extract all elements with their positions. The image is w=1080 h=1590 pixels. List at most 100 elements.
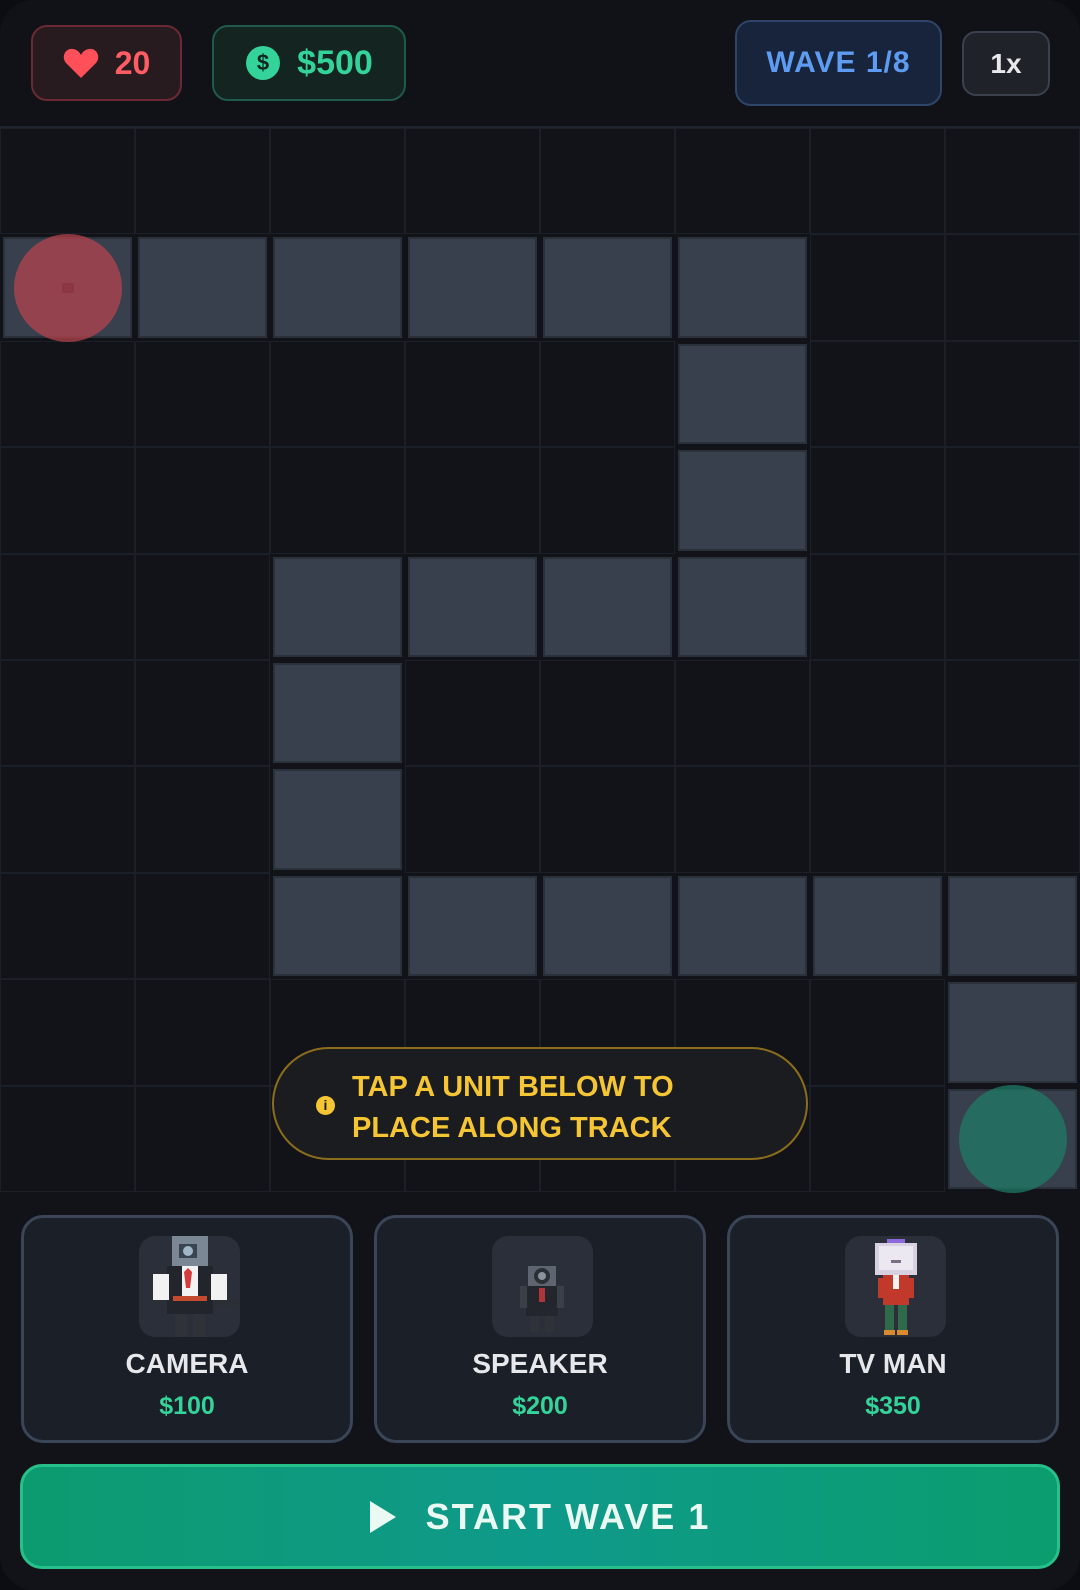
unit-name: CAMERA [125,1348,249,1379]
wave-indicator: WAVE 1/8 [735,20,942,106]
game-screen: 20 $ $500 WAVE 1/8 1x i TAP A UNIT BELOW… [0,0,1080,1590]
grid-tile[interactable] [270,128,405,235]
grid-tile[interactable] [405,128,540,235]
grid-tile[interactable] [810,1085,945,1192]
base-goal-marker [958,1084,1067,1193]
grid-tile[interactable] [270,447,405,554]
track-tile[interactable] [678,343,807,445]
grid-tile[interactable] [945,128,1080,235]
unit-name: TV MAN [839,1348,947,1379]
track-tile[interactable] [948,982,1077,1083]
grid-tile[interactable] [810,447,945,554]
grid-tile[interactable] [135,340,270,448]
track-tile[interactable] [678,450,807,551]
grid-tile[interactable] [135,1085,270,1192]
track-tile[interactable] [948,875,1077,977]
track-tile[interactable] [273,556,402,657]
money-value: $500 [297,43,373,82]
grid-tile[interactable] [810,660,945,767]
play-icon [369,1500,396,1533]
grid-tile[interactable] [540,447,675,554]
unit-price: $350 [865,1392,921,1420]
grid-tile[interactable] [810,234,945,341]
grid-tile[interactable] [675,660,810,767]
grid-tile[interactable] [0,1085,135,1192]
grid-tile[interactable] [945,766,1080,873]
track-tile[interactable] [408,875,537,977]
track-tile[interactable] [678,556,807,657]
track-tile[interactable] [813,875,942,977]
grid-tile[interactable] [945,340,1080,448]
track-tile[interactable] [273,237,402,338]
grid-tile[interactable] [405,766,540,873]
start-wave-button[interactable]: START WAVE 1 [20,1464,1060,1569]
grid-tile[interactable] [540,340,675,448]
placement-hint: i TAP A UNIT BELOW TO PLACE ALONG TRACK [272,1047,808,1160]
dollar-coin-icon: $ [246,46,281,80]
grid-tile[interactable] [945,447,1080,554]
start-wave-label: START WAVE 1 [425,1495,711,1537]
unit-card-camera[interactable]: CAMERA $100 [21,1215,353,1443]
track-tile[interactable] [408,237,537,338]
grid-tile[interactable] [540,128,675,235]
money-counter: $ $500 [212,25,406,101]
grid-tile[interactable] [405,660,540,767]
grid-tile[interactable] [135,447,270,554]
grid-tile[interactable] [0,872,135,980]
grid-tile[interactable] [675,766,810,873]
grid-tile[interactable] [135,128,270,235]
grid-tile[interactable] [135,660,270,767]
lives-value: 20 [114,44,151,81]
track-tile[interactable] [273,875,402,977]
unit-name: SPEAKER [472,1348,608,1379]
lives-counter: 20 [31,25,182,101]
info-icon: i [316,1096,335,1115]
hint-text: TAP A UNIT BELOW TO PLACE ALONG TRACK [352,1067,674,1149]
track-tile[interactable] [543,556,672,657]
spawn-center-icon [61,282,74,293]
track-tile[interactable] [138,237,267,338]
grid-tile[interactable] [945,660,1080,767]
speed-toggle-button[interactable]: 1x [962,31,1050,96]
grid-tile[interactable] [810,128,945,235]
track-tile[interactable] [543,237,672,338]
grid-tile[interactable] [675,128,810,235]
grid-tile[interactable] [945,553,1080,660]
grid-tile[interactable] [540,766,675,873]
grid-tile[interactable] [810,553,945,660]
track-tile[interactable] [408,556,537,657]
grid-tile[interactable] [135,766,270,873]
track-tile[interactable] [273,663,402,764]
grid-tile[interactable] [945,234,1080,341]
grid-tile[interactable] [405,340,540,448]
track-tile[interactable] [543,875,672,977]
hint-line-2: PLACE ALONG TRACK [352,1112,672,1144]
unit-card-tv-man[interactable]: TV MAN $350 [727,1215,1059,1443]
grid-tile[interactable] [135,553,270,660]
camera-unit-icon [139,1236,240,1337]
unit-card-speaker[interactable]: SPEAKER $200 [374,1215,706,1443]
hint-line-1: TAP A UNIT BELOW TO [352,1071,674,1103]
grid-tile[interactable] [810,979,945,1086]
grid-tile[interactable] [0,766,135,873]
grid-tile[interactable] [0,553,135,660]
grid-tile[interactable] [0,128,135,235]
grid-tile[interactable] [270,340,405,448]
grid-tile[interactable] [0,979,135,1086]
track-tile[interactable] [678,237,807,338]
grid-tile[interactable] [405,447,540,554]
grid-tile[interactable] [540,660,675,767]
unit-price: $200 [512,1392,568,1420]
grid-tile[interactable] [0,447,135,554]
heart-icon [63,48,98,78]
grid-tile[interactable] [0,340,135,448]
grid-tile[interactable] [810,766,945,873]
track-tile[interactable] [678,875,807,977]
svg-text:$: $ [257,50,269,75]
game-board[interactable] [0,128,1080,1193]
grid-tile[interactable] [0,660,135,767]
grid-tile[interactable] [135,979,270,1086]
grid-tile[interactable] [810,340,945,448]
track-tile[interactable] [273,769,402,870]
grid-tile[interactable] [135,872,270,980]
